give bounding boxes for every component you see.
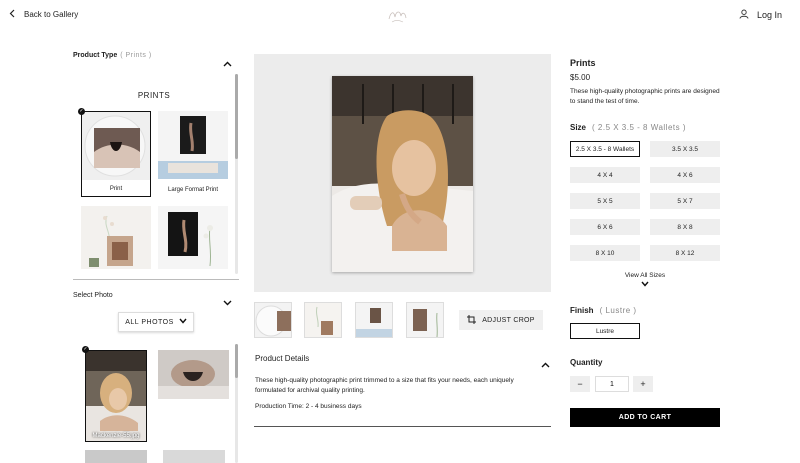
preview-thumbnail-1[interactable] bbox=[254, 302, 292, 338]
size-header: Size ( 2.5 X 3.5 - 8 Wallets ) bbox=[570, 123, 686, 132]
size-selected: ( 2.5 X 3.5 - 8 Wallets ) bbox=[592, 123, 687, 132]
prints-section-title: PRINTS bbox=[137, 91, 171, 100]
size-option[interactable]: 8 X 12 bbox=[650, 245, 720, 261]
quantity-decrement-button[interactable]: − bbox=[570, 376, 590, 392]
preview-thumbnail-2[interactable] bbox=[304, 302, 342, 338]
chevron-down-icon bbox=[570, 281, 720, 289]
size-option[interactable]: 3.5 X 3.5 bbox=[650, 141, 720, 157]
size-label: Size bbox=[570, 123, 587, 132]
photo-thumbnail-selected[interactable]: Mackenzie-55.jpg bbox=[85, 350, 147, 442]
size-option[interactable]: 8 X 10 bbox=[570, 245, 640, 261]
studio-logo bbox=[385, 7, 409, 25]
all-photos-label: ALL PHOTOS bbox=[125, 318, 174, 326]
back-label: Back to Gallery bbox=[24, 10, 79, 19]
product-name: Prints bbox=[570, 58, 596, 68]
chevron-up-icon[interactable] bbox=[223, 54, 232, 72]
chevron-up-icon[interactable] bbox=[541, 355, 550, 373]
chevron-down-icon bbox=[179, 318, 187, 326]
size-option[interactable]: 4 X 6 bbox=[650, 167, 720, 183]
adjust-crop-label: ADJUST CROP bbox=[482, 316, 535, 324]
product-type-label: Product Type bbox=[73, 52, 118, 59]
finish-selected: ( Lustre ) bbox=[599, 306, 637, 315]
product-preview-area bbox=[254, 54, 551, 292]
add-to-cart-button[interactable]: ADD TO CART bbox=[570, 408, 720, 427]
production-time: Production Time: 2 - 4 business days bbox=[255, 403, 362, 410]
product-type-selected: ( Prints ) bbox=[120, 52, 152, 59]
quantity-label: Quantity bbox=[570, 358, 603, 367]
chevron-down-icon[interactable] bbox=[223, 293, 232, 311]
finish-option[interactable]: Lustre bbox=[570, 323, 640, 339]
section-divider bbox=[73, 279, 239, 280]
preview-thumbnail-3[interactable] bbox=[355, 302, 393, 338]
section-divider bbox=[254, 426, 551, 427]
size-option[interactable]: 5 X 5 bbox=[570, 193, 640, 209]
view-all-sizes-label: View All Sizes bbox=[624, 272, 666, 279]
crop-icon bbox=[467, 314, 477, 326]
product-scroll-thumb[interactable] bbox=[235, 74, 238, 159]
select-photo-label[interactable]: Select Photo bbox=[73, 292, 113, 299]
photo-filename: Mackenzie-55.jpg bbox=[92, 433, 140, 439]
product-thumbnail bbox=[158, 206, 228, 269]
adjust-crop-button[interactable]: ADJUST CROP bbox=[459, 310, 543, 330]
chevron-left-icon bbox=[9, 9, 15, 20]
photo-thumbnail[interactable] bbox=[158, 350, 229, 399]
product-card-large-format[interactable]: Large Format Print bbox=[158, 111, 228, 197]
size-option[interactable]: 6 X 6 bbox=[570, 219, 640, 235]
photo-thumbnail[interactable] bbox=[85, 450, 147, 463]
checkmark-icon: ✓ bbox=[78, 108, 85, 115]
product-price: $5.00 bbox=[570, 73, 591, 82]
photo-scroll-thumb[interactable] bbox=[235, 344, 238, 378]
top-bar: Back to Gallery Log In bbox=[0, 0, 800, 34]
product-type-header[interactable]: Product Type( Prints ) bbox=[73, 52, 152, 59]
product-card-label: Large Format Print bbox=[167, 187, 219, 193]
back-to-gallery-link[interactable]: Back to Gallery bbox=[9, 9, 78, 20]
quantity-input[interactable] bbox=[595, 376, 629, 392]
size-option[interactable]: 4 X 4 bbox=[570, 167, 640, 183]
product-thumbnail bbox=[158, 111, 228, 179]
product-thumbnail bbox=[81, 206, 151, 269]
product-thumbnail bbox=[82, 112, 150, 180]
product-details-text: These high-quality photographic print tr… bbox=[255, 377, 514, 394]
user-icon bbox=[739, 9, 749, 21]
size-option[interactable]: 5 X 7 bbox=[650, 193, 720, 209]
product-preview-image bbox=[332, 76, 473, 272]
checkmark-icon: ✓ bbox=[82, 346, 89, 353]
login-button[interactable]: Log In bbox=[739, 9, 782, 21]
view-all-sizes-link[interactable]: View All Sizes bbox=[570, 272, 720, 289]
product-card-print[interactable]: Print bbox=[81, 111, 151, 197]
login-label: Log In bbox=[756, 10, 782, 20]
product-card-label: Print bbox=[109, 186, 123, 192]
photo-thumbnail[interactable] bbox=[163, 450, 225, 463]
finish-header: Finish ( Lustre ) bbox=[570, 306, 637, 315]
product-details-title[interactable]: Product Details bbox=[255, 354, 309, 363]
size-option[interactable]: 8 X 8 bbox=[650, 219, 720, 235]
finish-label: Finish bbox=[570, 306, 594, 315]
all-photos-dropdown[interactable]: ALL PHOTOS bbox=[118, 312, 194, 332]
quantity-increment-button[interactable]: + bbox=[633, 376, 653, 392]
left-pane: Product Type( Prints ) PRINTS Print ✓ La… bbox=[73, 44, 239, 463]
size-option[interactable]: 2.5 X 3.5 - 8 Wallets bbox=[570, 141, 640, 157]
preview-thumbnail-4[interactable] bbox=[406, 302, 444, 338]
product-description: These high-quality photographic prints a… bbox=[570, 88, 720, 105]
